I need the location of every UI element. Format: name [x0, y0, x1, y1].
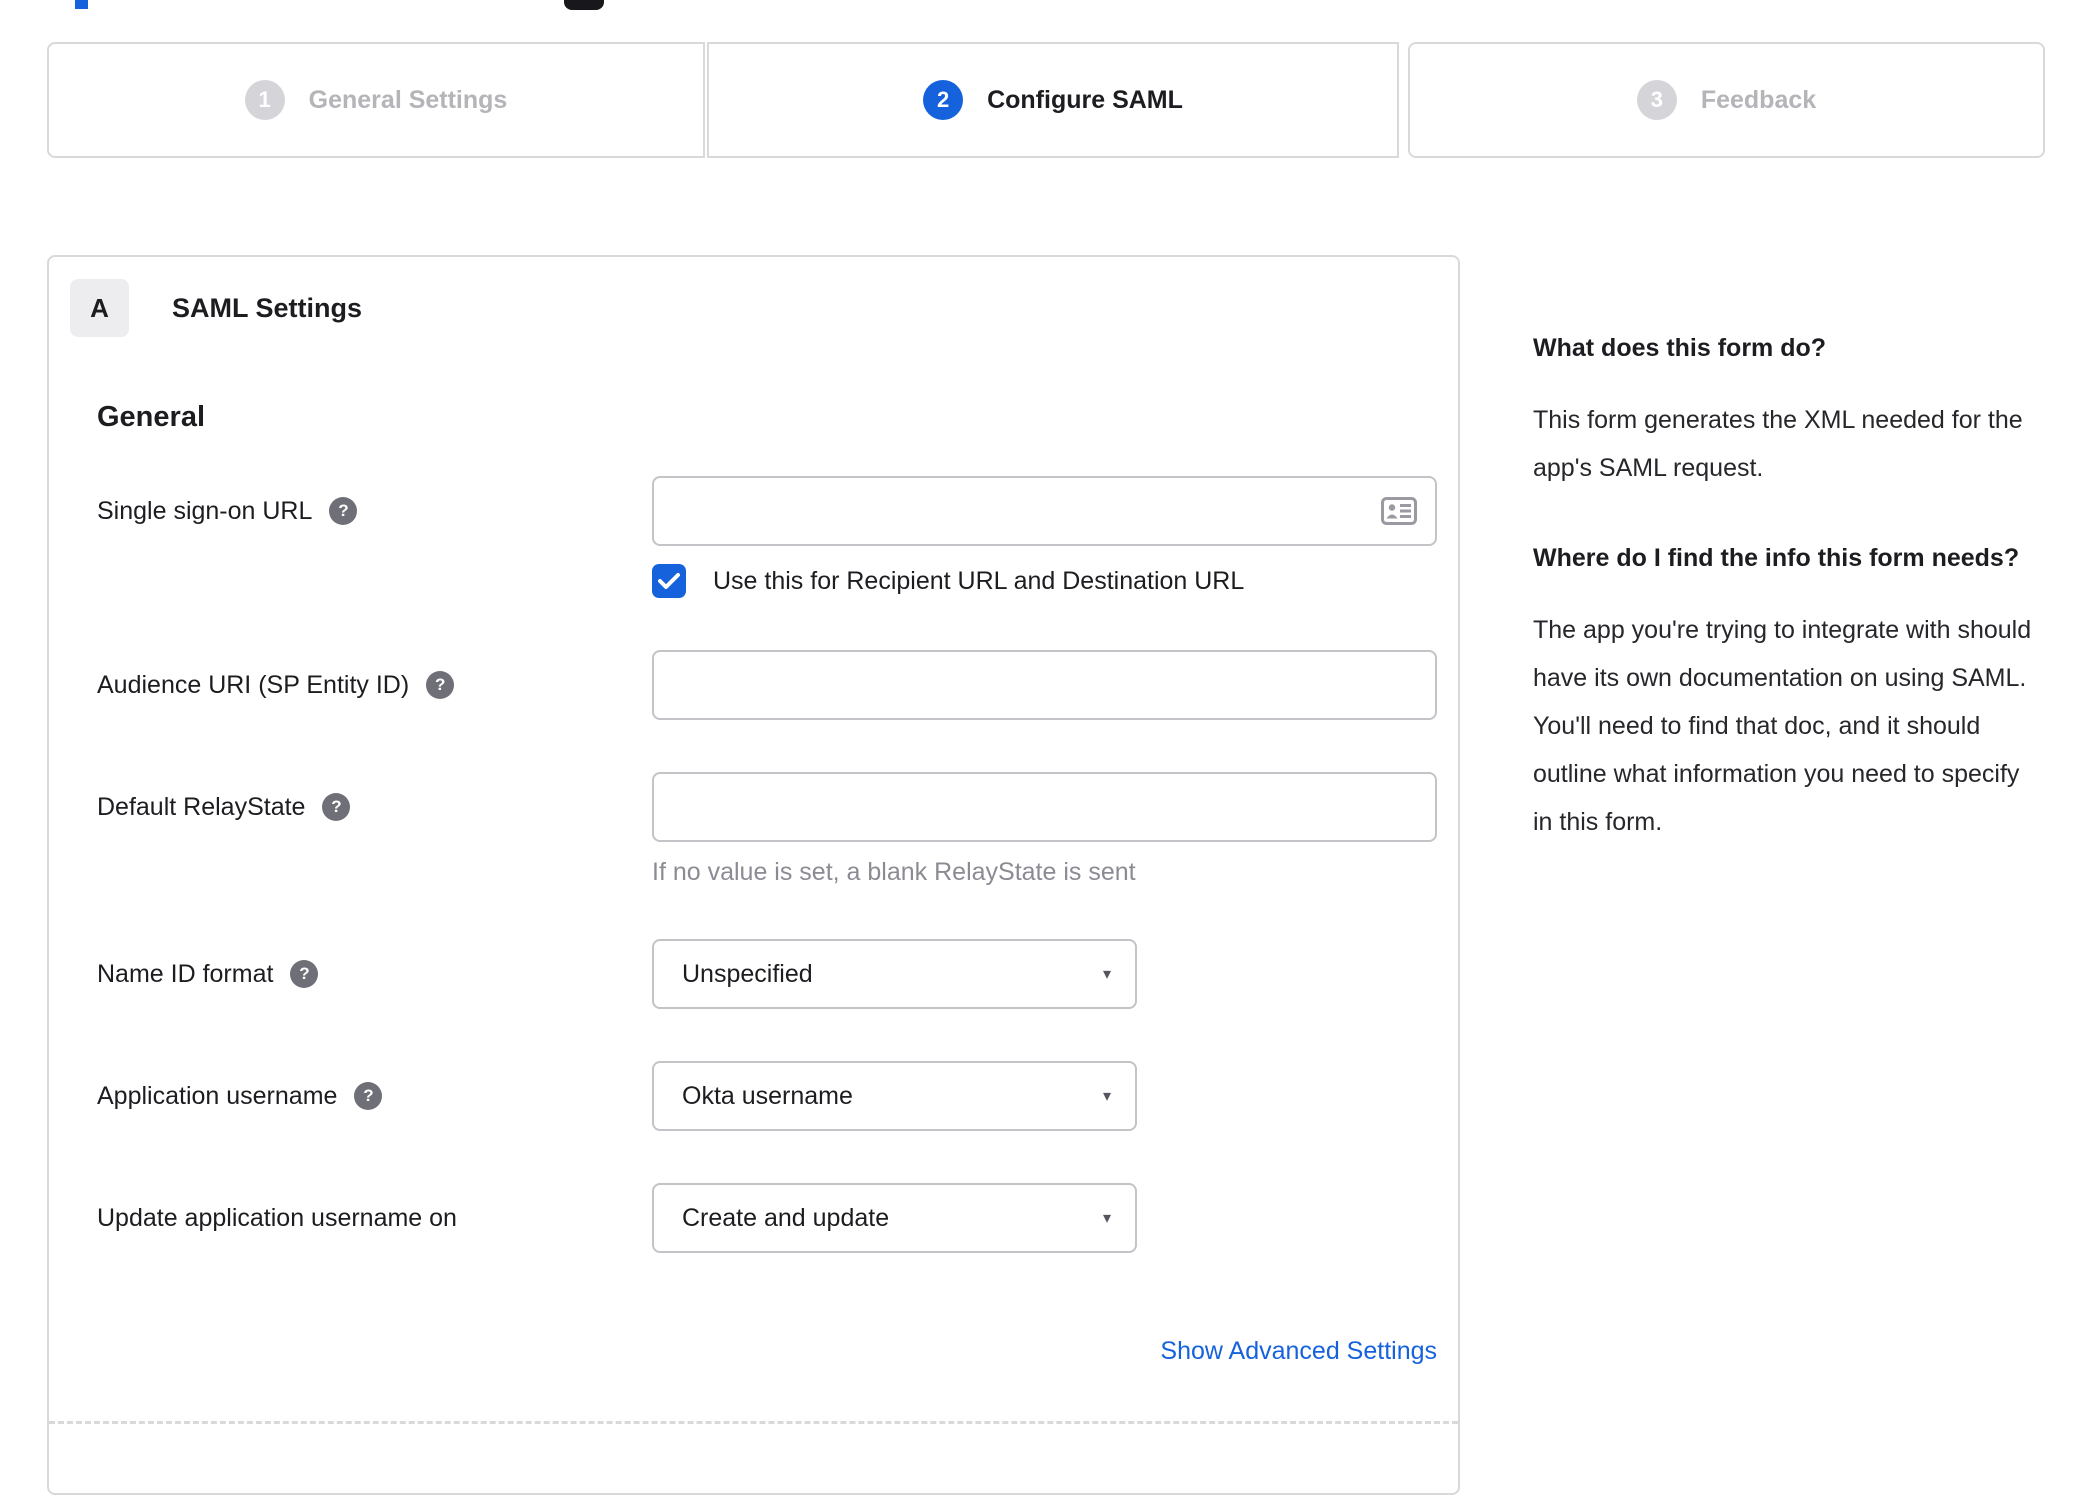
nameid-format-select[interactable]: Unspecified ▾: [652, 939, 1137, 1009]
step-number-badge: 3: [1636, 80, 1677, 120]
relaystate-input[interactable]: [652, 772, 1437, 842]
nameid-label: Name ID format: [97, 959, 274, 988]
general-section-heading: General: [97, 401, 205, 433]
header-fragment-dark: [564, 0, 604, 10]
help-icon[interactable]: ?: [329, 497, 358, 525]
field-row-sso: Single sign-on URL ? Use this for Recipi…: [97, 476, 1458, 598]
field-row-appusername: Application username ? Okta username ▾: [97, 1061, 1458, 1131]
update-username-value: Create and update: [682, 1203, 890, 1232]
contact-card-icon: [1381, 497, 1417, 525]
step-label: General Settings: [308, 85, 508, 114]
checkmark-icon: [658, 573, 680, 589]
audience-label: Audience URI (SP Entity ID): [97, 670, 410, 699]
step-label: Feedback: [1700, 85, 1817, 114]
recipient-url-checkbox-row: Use this for Recipient URL and Destinati…: [652, 564, 1437, 598]
application-username-value: Okta username: [682, 1081, 853, 1110]
chevron-down-icon: ▾: [1102, 1210, 1111, 1227]
field-row-updateusername: Update application username on Create an…: [97, 1183, 1458, 1253]
header-fragment-blue: [75, 0, 88, 9]
field-row-audience: Audience URI (SP Entity ID) ?: [97, 650, 1458, 720]
relaystate-label: Default RelayState: [97, 792, 306, 821]
help-question-1: What does this form do?: [1533, 334, 1827, 362]
step-number-badge: 1: [244, 80, 285, 120]
step-configure-saml[interactable]: 2 Configure SAML: [707, 42, 1399, 158]
chevron-down-icon: ▾: [1102, 966, 1111, 983]
chevron-down-icon: ▾: [1102, 1088, 1111, 1105]
recipient-url-checkbox[interactable]: [652, 564, 686, 598]
help-icon[interactable]: ?: [354, 1082, 383, 1110]
appusername-label: Application username: [97, 1081, 338, 1110]
help-question-2: Where do I find the info this form needs…: [1533, 544, 2020, 572]
show-advanced-settings-link[interactable]: Show Advanced Settings: [1160, 1337, 1437, 1365]
updateusername-label: Update application username on: [97, 1203, 457, 1232]
help-answer-2: The app you're trying to integrate with …: [1533, 616, 2032, 836]
update-username-select[interactable]: Create and update ▾: [652, 1183, 1137, 1253]
panel-title: SAML Settings: [172, 292, 363, 323]
help-icon[interactable]: ?: [290, 960, 319, 988]
relaystate-hint: If no value is set, a blank RelayState i…: [652, 858, 1136, 886]
panel-header: A SAML Settings: [70, 279, 1458, 337]
sso-label: Single sign-on URL: [97, 496, 313, 525]
help-icon[interactable]: ?: [426, 671, 455, 699]
application-username-select[interactable]: Okta username ▾: [652, 1061, 1137, 1131]
field-row-relaystate: Default RelayState ? If no value is set,…: [97, 772, 1458, 887]
audience-uri-input[interactable]: [652, 650, 1437, 720]
section-a-badge: A: [70, 279, 129, 337]
step-label: Configure SAML: [987, 85, 1183, 114]
field-row-nameid: Name ID format ? Unspecified ▾: [97, 939, 1458, 1009]
help-icon[interactable]: ?: [322, 793, 351, 821]
help-answer-1: This form generates the XML needed for t…: [1533, 406, 2023, 482]
step-general-settings[interactable]: 1 General Settings: [47, 42, 705, 158]
help-sidebar: What does this form do? This form genera…: [1533, 326, 2033, 890]
step-number-badge: 2: [923, 80, 964, 120]
step-feedback[interactable]: 3 Feedback: [1408, 42, 2045, 158]
section-dashed-divider: [49, 1421, 1458, 1424]
recipient-url-checkbox-label: Use this for Recipient URL and Destinati…: [713, 566, 1245, 595]
sso-url-input[interactable]: [652, 476, 1437, 546]
nameid-format-value: Unspecified: [682, 959, 813, 988]
saml-settings-panel: A SAML Settings General Single sign-on U…: [47, 255, 1460, 1495]
